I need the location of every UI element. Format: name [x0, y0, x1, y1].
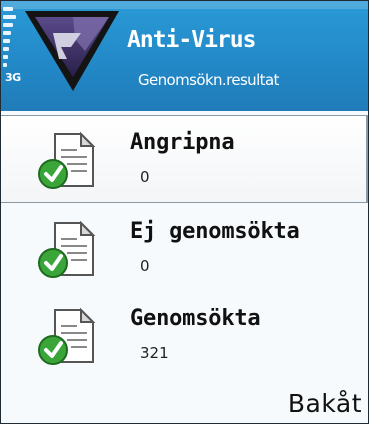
network-type-label: 3G — [5, 71, 21, 84]
item-label: Genomsökta — [130, 306, 261, 331]
title-pane: 3G Anti-Virus Genomsökn.resultat — [1, 1, 368, 111]
antivirus-logo-icon — [25, 11, 119, 91]
app-title: Anti-Virus — [127, 27, 256, 53]
document-check-icon — [38, 307, 96, 365]
list-item-ej-genomsokta[interactable]: Ej genomsökta 0 — [1, 205, 368, 293]
item-count: 0 — [140, 257, 150, 275]
document-check-icon — [38, 220, 96, 278]
list-item-angripna[interactable]: Angripna 0 — [1, 115, 368, 203]
document-check-icon — [38, 131, 96, 189]
item-label: Ej genomsökta — [130, 219, 300, 244]
back-softkey[interactable]: Bakåt — [288, 389, 362, 418]
list-item-genomsokta[interactable]: Genomsökta 321 — [1, 292, 368, 380]
view-subtitle: Genomsökn.resultat — [138, 71, 279, 89]
item-count: 0 — [140, 168, 150, 186]
scan-results-list: Angripna 0 Ej genomsökta 0 Genomsökta 32… — [1, 112, 368, 382]
item-count: 321 — [140, 344, 169, 362]
item-label: Angripna — [130, 130, 235, 155]
phone-screen: 3G Anti-Virus Genomsökn.resultat Angripn… — [0, 0, 369, 424]
